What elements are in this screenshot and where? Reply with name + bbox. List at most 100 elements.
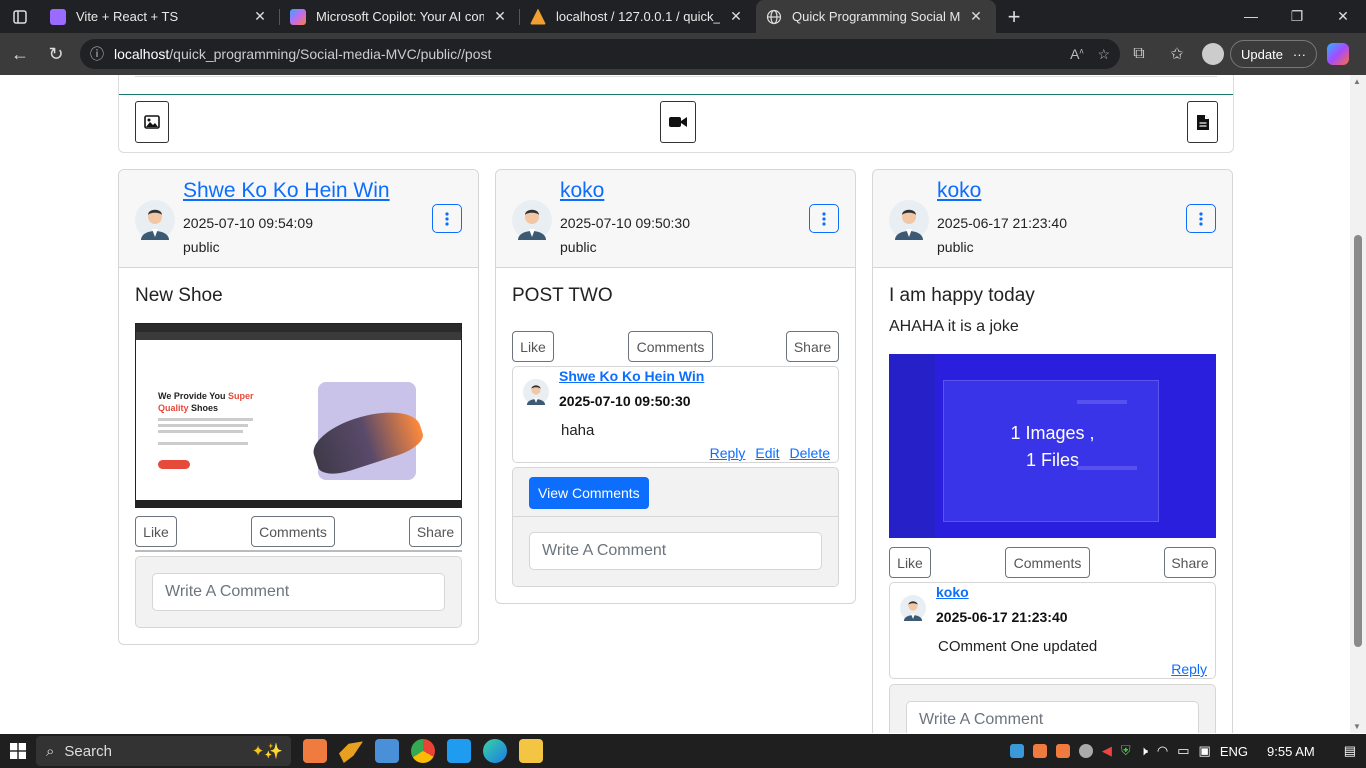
language-indicator[interactable]: ENG	[1220, 744, 1248, 759]
browser-tab[interactable]: Vite + React + TS ✕	[40, 0, 280, 33]
minimize-icon[interactable]: —	[1228, 8, 1274, 25]
more-vertical-icon	[1199, 211, 1203, 226]
taskbar-search[interactable]: ⌕ Search ✦✨	[36, 736, 291, 766]
search-icon: ⌕	[46, 742, 55, 760]
copilot-icon[interactable]	[1326, 43, 1349, 65]
reply-link[interactable]: Reply	[710, 445, 746, 461]
comments-button[interactable]: Comments	[628, 331, 713, 362]
post-header: koko 2025-07-10 09:50:30 public	[496, 170, 855, 268]
display-icon[interactable]: ▣	[1199, 743, 1211, 759]
more-icon[interactable]: ···	[1293, 47, 1306, 62]
post-header: koko 2025-06-17 21:23:40 public	[873, 170, 1232, 268]
edge-icon[interactable]	[483, 739, 507, 763]
browser-tab[interactable]: localhost / 127.0.0.1 / quick_prog ✕	[520, 0, 756, 33]
browser-tab-active[interactable]: Quick Programming Social Media ✕	[756, 0, 996, 33]
refresh-icon[interactable]: ↻	[38, 36, 74, 72]
delete-link[interactable]: Delete	[790, 445, 830, 461]
comments-button[interactable]: Comments	[251, 516, 335, 547]
image-caption-part: Shoes	[188, 403, 219, 413]
comment-item: koko 2025-06-17 21:23:40 COmment One upd…	[889, 582, 1216, 679]
edit-link[interactable]: Edit	[755, 445, 779, 461]
read-aloud-icon[interactable]: Aʌ	[1070, 46, 1083, 63]
file-icon	[1196, 114, 1209, 130]
view-comments-button[interactable]: View Comments	[529, 477, 649, 509]
close-tab-icon[interactable]: ✕	[250, 8, 270, 25]
image-caption: We Provide You Super Quality Shoes	[158, 390, 268, 414]
tab-title: localhost / 127.0.0.1 / quick_prog	[556, 9, 720, 24]
share-button[interactable]: Share	[786, 331, 839, 362]
comment-author-link[interactable]: Shwe Ko Ko Hein Win	[559, 368, 704, 384]
update-button[interactable]: Update ···	[1230, 40, 1317, 68]
bird-app-icon[interactable]	[339, 741, 363, 763]
page-scrollbar[interactable]: ▲ ▼	[1350, 75, 1366, 733]
comments-button[interactable]: Comments	[1005, 547, 1090, 578]
comment-input[interactable]: Write A Comment	[529, 532, 822, 570]
like-button[interactable]: Like	[889, 547, 931, 578]
xampp-tray-icon[interactable]	[1055, 744, 1070, 758]
media-count-images: 1 Images ,	[1010, 423, 1095, 443]
divider	[513, 516, 838, 517]
like-button[interactable]: Like	[512, 331, 554, 362]
tray-app-icon[interactable]	[1009, 744, 1024, 758]
url-field[interactable]: ⓘ localhost /quick_programming/Social-me…	[80, 39, 1120, 69]
restore-icon[interactable]: ❐	[1274, 8, 1320, 25]
comment-input[interactable]: Write A Comment	[152, 573, 445, 611]
scroll-down-icon[interactable]: ▼	[1353, 722, 1361, 731]
url-path: /quick_programming/Social-media-MVC/publ…	[169, 46, 492, 62]
favorites-icon[interactable]: ✩	[1158, 44, 1196, 64]
notifications-icon[interactable]: ▤	[1344, 743, 1356, 759]
post-image[interactable]: We Provide You Super Quality Shoes	[135, 323, 462, 508]
post-author-link[interactable]: koko	[937, 179, 981, 203]
user-avatar-icon	[523, 379, 549, 405]
post-author-link[interactable]: koko	[560, 179, 604, 203]
clock[interactable]: 9:55 AM	[1267, 744, 1315, 759]
tab-title: Vite + React + TS	[76, 9, 179, 24]
new-tab-icon[interactable]: +	[996, 4, 1032, 30]
add-video-button[interactable]	[660, 101, 696, 143]
xampp-tray-icon[interactable]	[1032, 744, 1047, 758]
comment-form: View Comments Write A Comment	[512, 467, 839, 587]
scroll-up-icon[interactable]: ▲	[1353, 77, 1361, 86]
post-options-button[interactable]	[432, 204, 462, 233]
share-button[interactable]: Share	[1164, 547, 1216, 578]
info-icon[interactable]: ⓘ	[90, 44, 104, 64]
close-tab-icon[interactable]: ✕	[966, 8, 986, 25]
battery-icon[interactable]: ▭	[1177, 743, 1189, 759]
volume-icon[interactable]: 🕨	[1140, 743, 1148, 759]
back-icon[interactable]: ←	[2, 36, 38, 72]
reply-link[interactable]: Reply	[1171, 661, 1207, 677]
chrome-icon[interactable]	[411, 739, 435, 763]
favorite-star-icon[interactable]: ☆	[1097, 46, 1110, 63]
xampp-icon[interactable]	[303, 739, 327, 763]
cloud-icon[interactable]	[1078, 744, 1093, 758]
alert-icon[interactable]: ◀	[1102, 743, 1112, 759]
like-button[interactable]: Like	[135, 516, 177, 547]
post-options-button[interactable]	[1186, 204, 1216, 233]
add-file-button[interactable]	[1187, 101, 1218, 143]
browser-tab[interactable]: Microsoft Copilot: Your AI compa ✕	[280, 0, 520, 33]
update-label: Update	[1241, 46, 1283, 62]
post-author-link[interactable]: Shwe Ko Ko Hein Win	[183, 179, 390, 203]
share-button[interactable]: Share	[409, 516, 462, 547]
comment-actions: Reply	[1171, 661, 1207, 677]
file-explorer-icon[interactable]	[519, 739, 543, 763]
comment-input[interactable]: Write A Comment	[906, 701, 1199, 733]
extensions-icon[interactable]: ⧉	[1120, 45, 1158, 63]
tab-actions-icon[interactable]	[0, 0, 40, 33]
wifi-icon[interactable]: ◠	[1157, 743, 1168, 759]
add-image-button[interactable]	[135, 101, 169, 143]
post-media-gallery[interactable]: 1 Images , 1 Files	[889, 354, 1216, 538]
close-window-icon[interactable]: ✕	[1320, 8, 1366, 25]
post-options-button[interactable]	[809, 204, 839, 233]
profile-avatar[interactable]	[1202, 43, 1224, 65]
close-tab-icon[interactable]: ✕	[490, 8, 510, 25]
security-shield-icon[interactable]: ⛨	[1121, 743, 1131, 759]
comment-author-link[interactable]: koko	[936, 584, 969, 600]
windows-start-icon[interactable]	[0, 743, 36, 759]
close-tab-icon[interactable]: ✕	[726, 8, 746, 25]
scrollbar-thumb[interactable]	[1354, 235, 1362, 647]
post-visibility: public	[937, 239, 974, 255]
image-caption-part: Quality	[158, 403, 189, 413]
vscode-icon[interactable]	[447, 739, 471, 763]
computer-icon[interactable]	[375, 739, 399, 763]
